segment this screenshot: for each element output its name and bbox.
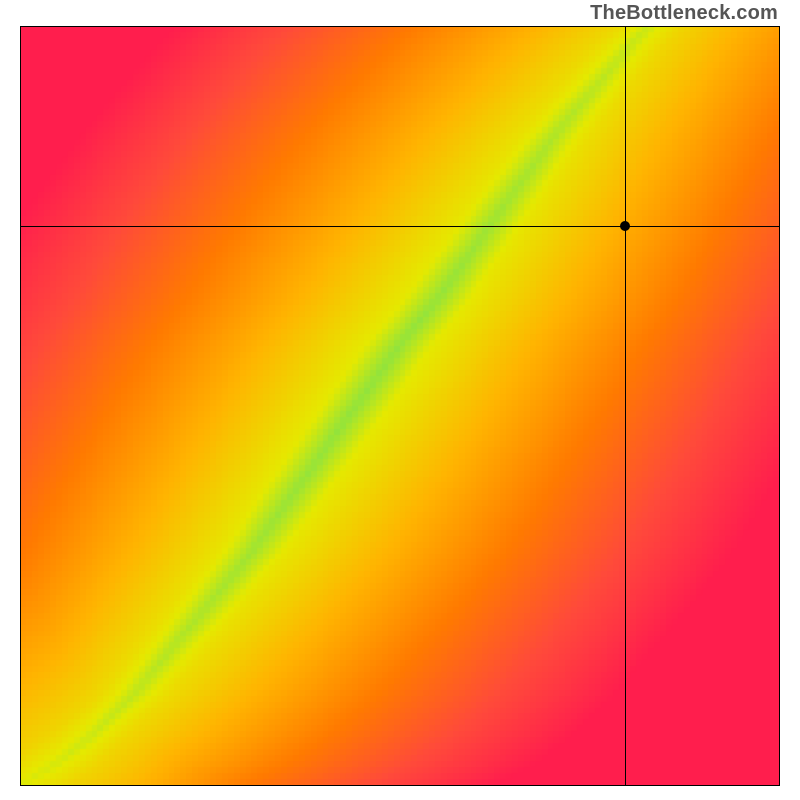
chart-container: TheBottleneck.com (0, 0, 800, 800)
heatmap-canvas (21, 27, 779, 785)
watermark-text: TheBottleneck.com (590, 2, 778, 25)
plot-frame (20, 26, 780, 786)
